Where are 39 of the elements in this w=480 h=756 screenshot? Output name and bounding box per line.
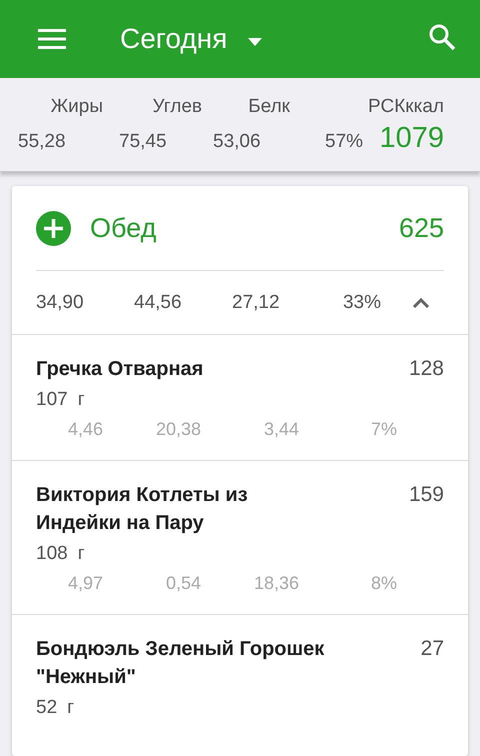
food-amount: 107 [36,389,68,411]
food-name[interactable]: Гречка Отварная [36,355,336,383]
nutrient-total: 75,45 [119,131,168,153]
food-macro: 18,36 [252,573,299,594]
meal-macro: 34,90 [36,292,85,314]
food-macro: 7% [370,419,397,440]
nutrient-total: 55,28 [18,131,67,153]
food-name[interactable]: Бондюэль Зеленый Горошек "Нежный" [36,635,336,691]
food-name[interactable]: Виктория Котлеты из Индейки на Пару [36,481,336,537]
search-icon[interactable] [428,23,456,51]
meal-calories: 625 [398,212,444,244]
add-icon[interactable] [36,210,71,246]
nutrient-total: 57% [325,131,364,153]
food-macro: 0,54 [164,573,201,594]
meal-macro: 33% [342,292,381,314]
collapse-chevron-icon[interactable] [412,297,430,308]
dropdown-caret-icon[interactable] [247,37,264,47]
food-calories: 27 [420,636,444,662]
nutrient-label: Белк [247,96,290,118]
unit-label: г [78,543,85,565]
nutrient-total: 53,06 [213,131,262,153]
nutrient-label: Жиры [50,96,103,118]
meal-macro: 44,56 [134,292,183,314]
food-calories: 128 [408,356,444,382]
nutrient-label: РСКккал [367,96,444,118]
unit-label: г [78,389,85,411]
food-macro: 20,38 [154,419,201,440]
food-macro: 4,46 [66,419,103,440]
menu-icon[interactable] [38,28,66,50]
food-macro: 8% [370,573,397,594]
food-macro: 3,44 [262,419,299,440]
nutrient-label: Углев [152,96,202,118]
food-macro: 4,97 [66,573,103,594]
food-calories: 159 [408,482,444,508]
calorie-total: 1079 [379,122,444,155]
food-amount: 52 [36,697,58,719]
food-amount: 108 [36,543,68,565]
meal-macro: 27,12 [232,292,281,314]
unit-label: г [67,697,74,719]
